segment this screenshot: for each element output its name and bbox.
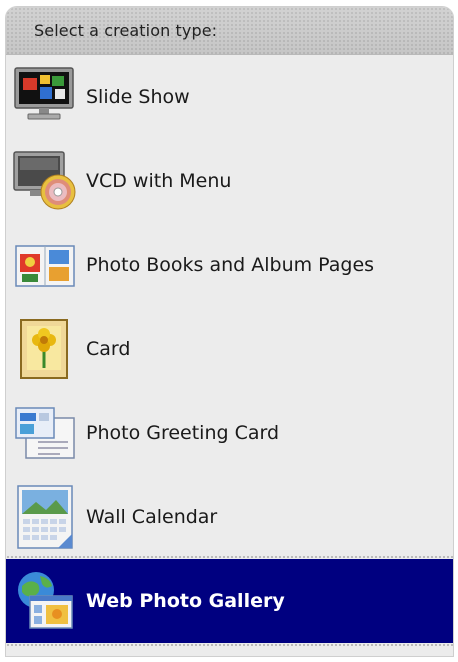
panel-header: Select a creation type: <box>6 7 453 55</box>
item-web-photo-gallery[interactable]: Web Photo Gallery <box>6 555 453 648</box>
selection-border-top <box>6 555 453 559</box>
item-card[interactable]: Card <box>6 307 453 391</box>
creation-type-panel: Select a creation type: Slide Show VCD w… <box>5 6 454 657</box>
calendar-icon <box>17 485 73 549</box>
item-photo-greeting-card[interactable]: Photo Greeting Card <box>6 391 453 475</box>
web-gallery-icon <box>18 572 73 629</box>
card-icon <box>20 319 68 379</box>
item-label: VCD with Menu <box>86 170 232 192</box>
item-label: Web Photo Gallery <box>86 590 285 612</box>
item-label: Photo Books and Album Pages <box>86 254 375 276</box>
vcd-disc-icon <box>13 151 76 210</box>
item-photo-books[interactable]: Photo Books and Album Pages <box>6 223 453 307</box>
creation-type-list: Slide Show VCD with Menu Photo Books and… <box>6 55 453 648</box>
item-label: Photo Greeting Card <box>86 422 280 444</box>
item-label: Wall Calendar <box>86 506 218 528</box>
slide-show-icon <box>14 67 74 120</box>
selection-border-bottom <box>6 643 453 648</box>
item-slide-show[interactable]: Slide Show <box>6 55 453 139</box>
item-wall-calendar[interactable]: Wall Calendar <box>6 475 453 559</box>
photo-book-icon <box>15 245 75 287</box>
item-vcd-with-menu[interactable]: VCD with Menu <box>6 139 453 223</box>
item-label: Card <box>86 338 131 360</box>
greeting-card-icon <box>15 407 75 459</box>
panel-title: Select a creation type: <box>34 21 218 40</box>
item-label: Slide Show <box>86 86 190 108</box>
